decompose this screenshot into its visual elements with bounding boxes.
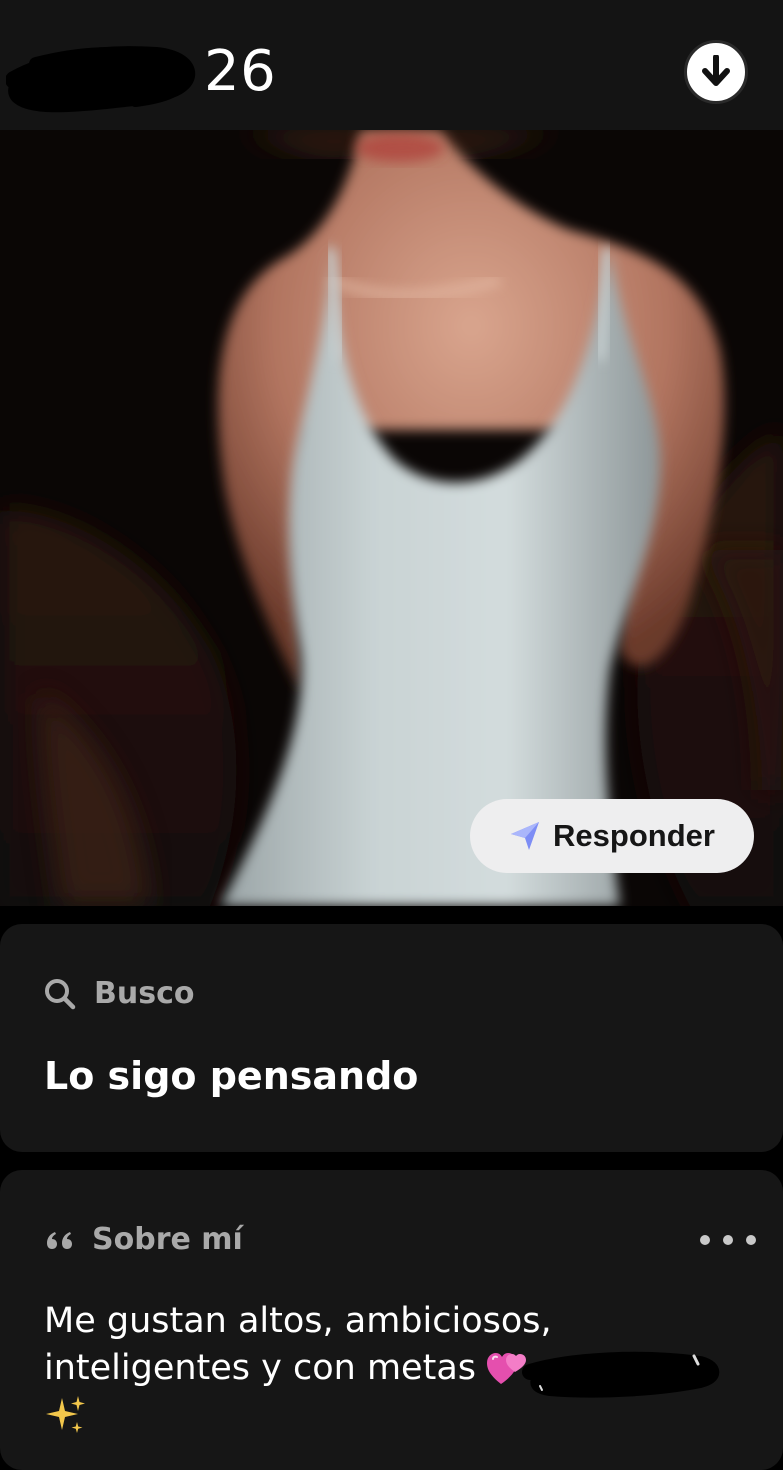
- download-button[interactable]: [684, 40, 748, 104]
- redacted-text-scribble: [522, 1351, 720, 1398]
- reply-button-label: Responder: [553, 818, 715, 853]
- redacted-name-scribble: [6, 46, 196, 113]
- more-dot: [746, 1235, 756, 1245]
- quote-icon: [47, 1231, 72, 1249]
- about-me-label: Sobre mí: [92, 1222, 243, 1257]
- about-me-line-2-text: inteligentes y con metas: [44, 1348, 476, 1388]
- looking-for-header: Busco: [44, 976, 194, 1011]
- arrow-down-circle-icon: [702, 55, 730, 86]
- looking-for-label: Busco: [94, 976, 195, 1011]
- looking-for-card: [0, 924, 783, 1152]
- about-me-line-3: [44, 1392, 744, 1439]
- about-me-line-1: Me gustan altos, ambiciosos,: [44, 1301, 552, 1341]
- more-dot: [723, 1235, 733, 1245]
- more-options-button[interactable]: [700, 1222, 756, 1258]
- profile-photo-image: [0, 130, 783, 906]
- reply-button[interactable]: Responder: [470, 799, 754, 873]
- profile-age: 26: [204, 39, 277, 104]
- looking-for-value: Lo sigo pensando: [44, 1054, 419, 1098]
- more-horizontal-icon: [700, 1235, 710, 1245]
- profile-photo: [0, 130, 783, 906]
- about-me-header: Sobre mí: [44, 1222, 243, 1257]
- send-arrow-icon: [511, 822, 540, 850]
- sparkles-icon: [46, 1396, 85, 1433]
- profile-header: 26: [0, 0, 783, 130]
- search-icon: [45, 978, 76, 1009]
